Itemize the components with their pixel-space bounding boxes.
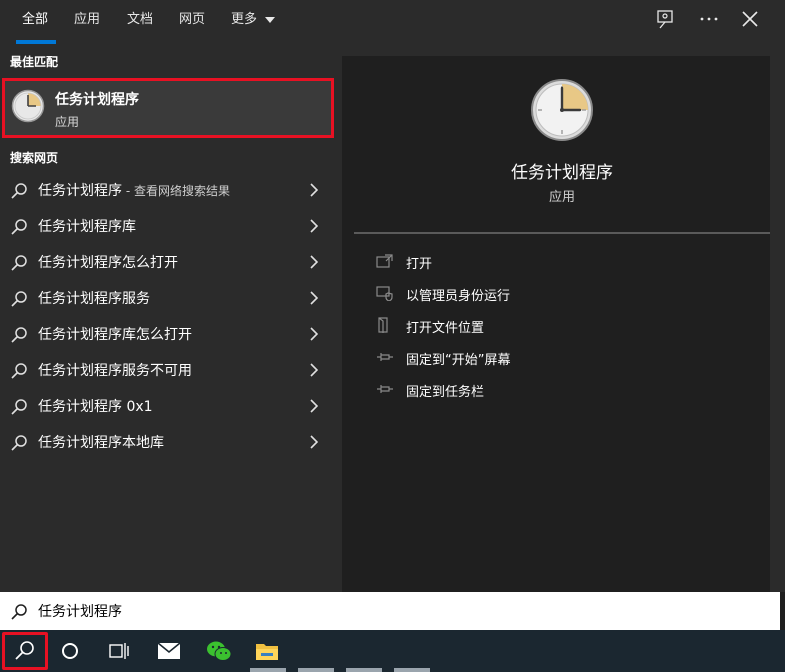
wechat-icon: [207, 641, 232, 661]
action-run-as-admin-label: 以管理员身份运行: [406, 289, 511, 304]
window-indicator: [298, 668, 334, 672]
task-view-icon: [109, 643, 129, 659]
web-result-item[interactable]: 任务计划程序库怎么打开: [0, 316, 342, 352]
best-match-item[interactable]: 任务计划程序 应用: [2, 78, 334, 138]
preview-frame-right: [770, 44, 785, 592]
search-icon: [11, 435, 27, 451]
action-open-file-location[interactable]: 打开文件位置: [374, 314, 754, 338]
chevron-right-icon: [310, 327, 318, 341]
tab-more-label: 更多: [231, 12, 258, 27]
mail-icon: [157, 642, 181, 659]
best-match-label: 最佳匹配: [10, 55, 59, 69]
web-result-text: 任务计划程序服务: [38, 291, 150, 307]
web-result-text: 任务计划程序本地库: [38, 435, 164, 451]
cortana-icon: [62, 643, 78, 659]
feedback-icon[interactable]: [654, 8, 676, 30]
web-result-text: 任务计划程序 0x1: [38, 399, 153, 415]
web-result-item[interactable]: 任务计划程序库: [0, 208, 342, 244]
caret-down-icon: [265, 16, 276, 23]
tab-more[interactable]: 更多: [231, 8, 276, 27]
chevron-right-icon: [310, 219, 318, 233]
web-result-text: 任务计划程序服务不可用: [38, 363, 192, 379]
search-icon: [11, 327, 27, 343]
window-indicator: [346, 668, 382, 672]
search-icon: [11, 219, 27, 235]
web-result-text: 任务计划程序库怎么打开: [38, 327, 192, 343]
tab-all[interactable]: 全部: [22, 8, 48, 27]
chevron-right-icon: [310, 363, 318, 377]
window-indicator: [394, 668, 430, 672]
chevron-right-icon: [310, 399, 318, 413]
preview-app-type: 应用: [548, 190, 575, 205]
web-section-label: 搜索网页: [10, 151, 59, 165]
results-panel: 最佳匹配 任务计划程序 应用 搜索网页 任务计划程序 - 查看网络搜索结果 任务…: [0, 44, 342, 592]
explorer-running-indicator: [250, 668, 286, 672]
taskbar: [0, 630, 785, 672]
clock-icon: [530, 78, 594, 142]
pin-icon: [377, 353, 393, 361]
search-icon: [11, 363, 27, 379]
pin-icon: [377, 385, 393, 393]
web-result-item[interactable]: 任务计划程序服务不可用: [0, 352, 342, 388]
web-result-item[interactable]: 任务计划程序本地库: [0, 424, 342, 460]
search-icon: [11, 399, 27, 415]
chevron-right-icon: [310, 255, 318, 269]
clock-icon: [11, 89, 45, 123]
chevron-right-icon: [310, 435, 318, 449]
admin-shield-icon: [376, 286, 393, 301]
web-result-text: 任务计划程序怎么打开: [38, 255, 178, 271]
preview-panel: 任务计划程序 应用 打开 以管理员身份运行 打开文件位置 固定到“开始”屏幕 固…: [354, 56, 770, 592]
best-match-subtitle: 应用: [55, 115, 80, 129]
action-open[interactable]: 打开: [374, 250, 754, 274]
web-result-text: 任务计划程序: [38, 183, 122, 199]
search-icon: [11, 291, 27, 307]
taskbar-file-explorer-button[interactable]: [243, 630, 291, 672]
search-icon: [15, 641, 34, 660]
web-result-subtext: - 查看网络搜索结果: [122, 184, 230, 198]
action-pin-to-start-label: 固定到“开始”屏幕: [406, 353, 511, 368]
web-result-item[interactable]: 任务计划程序怎么打开: [0, 244, 342, 280]
search-box[interactable]: [0, 592, 780, 630]
preview-divider: [354, 232, 770, 234]
chevron-right-icon: [310, 291, 318, 305]
file-location-icon: [378, 317, 388, 333]
web-result-text: 任务计划程序库: [38, 219, 136, 235]
best-match-title: 任务计划程序: [55, 92, 139, 108]
close-icon[interactable]: [739, 8, 761, 30]
search-icon: [11, 255, 27, 271]
taskbar-task-view-button[interactable]: [94, 630, 142, 672]
taskbar-mail-button[interactable]: [145, 630, 193, 672]
preview-frame-top: [342, 44, 785, 56]
chevron-right-icon: [310, 183, 318, 197]
search-filter-bar: 全部 应用 文档 网页 更多: [0, 0, 785, 44]
preview-app-title: 任务计划程序: [511, 163, 613, 183]
tab-web[interactable]: 网页: [179, 8, 205, 27]
tab-documents[interactable]: 文档: [127, 8, 153, 27]
action-open-label: 打开: [406, 257, 433, 272]
web-result-item[interactable]: 任务计划程序服务: [0, 280, 342, 316]
search-icon: [11, 183, 27, 199]
action-pin-to-taskbar-label: 固定到任务栏: [406, 385, 485, 400]
search-input[interactable]: [38, 600, 638, 622]
web-result-item[interactable]: 任务计划程序 - 查看网络搜索结果: [0, 172, 342, 208]
action-pin-to-taskbar[interactable]: 固定到任务栏: [374, 378, 754, 402]
web-result-item[interactable]: 任务计划程序 0x1: [0, 388, 342, 424]
taskbar-search-button[interactable]: [0, 630, 48, 672]
taskbar-wechat-button[interactable]: [194, 630, 242, 672]
action-open-file-location-label: 打开文件位置: [406, 321, 485, 336]
more-options-icon[interactable]: [698, 8, 720, 30]
search-icon: [11, 604, 27, 620]
tab-apps[interactable]: 应用: [74, 8, 100, 27]
folder-icon: [256, 644, 278, 660]
action-run-as-admin[interactable]: 以管理员身份运行: [374, 282, 754, 306]
taskbar-cortana-button[interactable]: [46, 630, 94, 672]
action-pin-to-start[interactable]: 固定到“开始”屏幕: [374, 346, 754, 370]
open-icon: [376, 254, 393, 268]
